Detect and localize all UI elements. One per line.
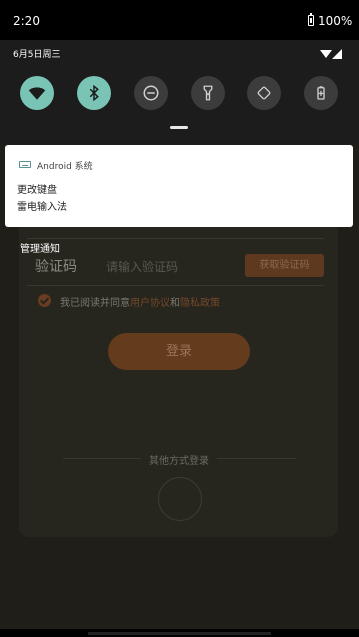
home-gesture-bar[interactable] bbox=[88, 632, 271, 635]
user-agreement-link[interactable]: 用户协议 bbox=[130, 298, 170, 309]
wifi-signal-icon bbox=[320, 50, 332, 58]
shade-drag-handle[interactable] bbox=[170, 126, 188, 129]
flashlight-icon bbox=[203, 85, 213, 101]
status-bar: 2:20 100% bbox=[0, 0, 359, 40]
screen: 验证码 请输入验证码 获取验证码 我已阅读并同意用户协议和隐私政策 登录 其他方… bbox=[0, 0, 359, 637]
notification-body: 雷电输入法 bbox=[17, 202, 67, 213]
agree-and: 和 bbox=[170, 298, 180, 309]
notification-app-name: Android 系统 bbox=[37, 162, 93, 172]
status-time: 2:20 bbox=[13, 14, 40, 28]
divider bbox=[27, 285, 324, 286]
agree-checkbox[interactable] bbox=[38, 294, 51, 307]
date-label: 6月5日周三 bbox=[13, 50, 61, 60]
bluetooth-tile[interactable] bbox=[77, 76, 111, 110]
cellular-signal-icon bbox=[332, 49, 342, 59]
agreement-text: 我已阅读并同意用户协议和隐私政策 bbox=[60, 294, 220, 309]
code-input[interactable]: 请输入验证码 bbox=[106, 258, 178, 275]
other-login-option[interactable] bbox=[158, 477, 202, 521]
other-login-label: 其他方式登录 bbox=[149, 456, 209, 467]
auto-rotate-icon bbox=[257, 86, 271, 100]
notification-title: 更改键盘 bbox=[17, 185, 57, 196]
code-label: 验证码 bbox=[35, 259, 77, 275]
battery-saver-tile[interactable] bbox=[304, 76, 338, 110]
wifi-tile[interactable] bbox=[20, 76, 54, 110]
manage-notifications-button[interactable]: 管理通知 bbox=[20, 240, 60, 255]
do-not-disturb-icon bbox=[143, 85, 159, 101]
divider bbox=[63, 458, 141, 459]
divider bbox=[217, 458, 296, 459]
auto-rotate-tile[interactable] bbox=[247, 76, 281, 110]
login-button[interactable]: 登录 bbox=[108, 333, 250, 370]
flashlight-tile[interactable] bbox=[191, 76, 225, 110]
privacy-policy-link[interactable]: 隐私政策 bbox=[180, 298, 220, 309]
keyboard-icon bbox=[19, 161, 31, 168]
agree-prefix: 我已阅读并同意 bbox=[60, 298, 130, 309]
battery-percent: 100% bbox=[318, 14, 353, 28]
divider bbox=[27, 238, 324, 239]
battery-saver-icon bbox=[317, 86, 325, 100]
do-not-disturb-tile[interactable] bbox=[134, 76, 168, 110]
battery-icon bbox=[308, 13, 314, 26]
notification-card[interactable]: Android 系统 更改键盘 雷电输入法 bbox=[5, 145, 353, 227]
wifi-icon bbox=[28, 87, 46, 100]
get-code-button[interactable]: 获取验证码 bbox=[245, 254, 324, 277]
bluetooth-icon bbox=[89, 84, 99, 102]
